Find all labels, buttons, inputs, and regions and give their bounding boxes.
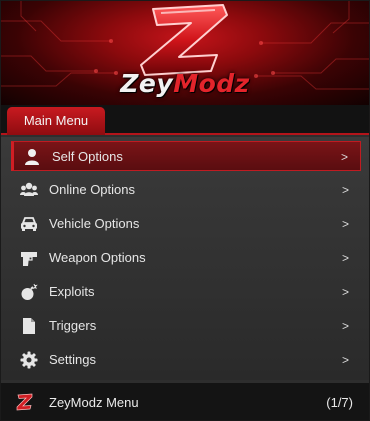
menu-item-label: Vehicle Options (49, 216, 140, 231)
tab-strip: Main Menu (1, 105, 369, 135)
menu-item-online-options[interactable]: Online Options > (11, 175, 361, 205)
chevron-right-icon: > (341, 353, 349, 367)
chevron-right-icon: > (341, 285, 349, 299)
menu-item-weapon-options[interactable]: Weapon Options > (11, 243, 361, 273)
menu-item-settings[interactable]: Settings > (11, 345, 361, 375)
menu-item-exploits[interactable]: Exploits > (11, 277, 361, 307)
chevron-right-icon: > (341, 319, 349, 333)
page-counter: (1/7) (326, 395, 353, 410)
zeymodz-logo-icon (16, 393, 33, 411)
chevron-right-icon: > (341, 183, 349, 197)
user-icon (25, 149, 39, 165)
menu-item-label: Triggers (49, 318, 97, 333)
footer-bar: ZeyModz Menu (1/7) (1, 383, 369, 420)
logo-text: ZeyModz (1, 69, 369, 98)
menu-item-label: Self Options (52, 149, 123, 164)
menu-item-label: Weapon Options (49, 250, 146, 265)
users-icon (20, 182, 38, 196)
menu-item-triggers[interactable]: Triggers > (11, 311, 361, 341)
menu-items: Self Options > Online Options > Vehicle … (1, 137, 369, 380)
chevron-right-icon: > (341, 251, 349, 265)
chevron-right-icon: > (341, 217, 349, 231)
menu-item-label: Exploits (49, 284, 95, 299)
gear-icon (20, 351, 38, 369)
menu-item-vehicle-options[interactable]: Vehicle Options > (11, 209, 361, 239)
mod-menu: ZeyModz Main Menu Self Options > Online … (1, 1, 369, 420)
tab-main-menu[interactable]: Main Menu (7, 107, 105, 135)
bomb-icon (21, 283, 38, 300)
zeymodz-z-logo (140, 4, 228, 76)
menu-item-label: Settings (49, 352, 96, 367)
footer-title: ZeyModz Menu (49, 395, 139, 410)
header-banner: ZeyModz (1, 1, 369, 105)
file-icon (23, 318, 35, 334)
menu-item-self-options[interactable]: Self Options > (11, 141, 361, 171)
car-icon (21, 217, 37, 231)
gun-icon (21, 252, 37, 266)
logo-text-white: Zey (120, 69, 174, 98)
logo-text-red: Modz (173, 69, 250, 98)
chevron-right-icon: > (340, 150, 348, 164)
menu-item-label: Online Options (49, 182, 135, 197)
